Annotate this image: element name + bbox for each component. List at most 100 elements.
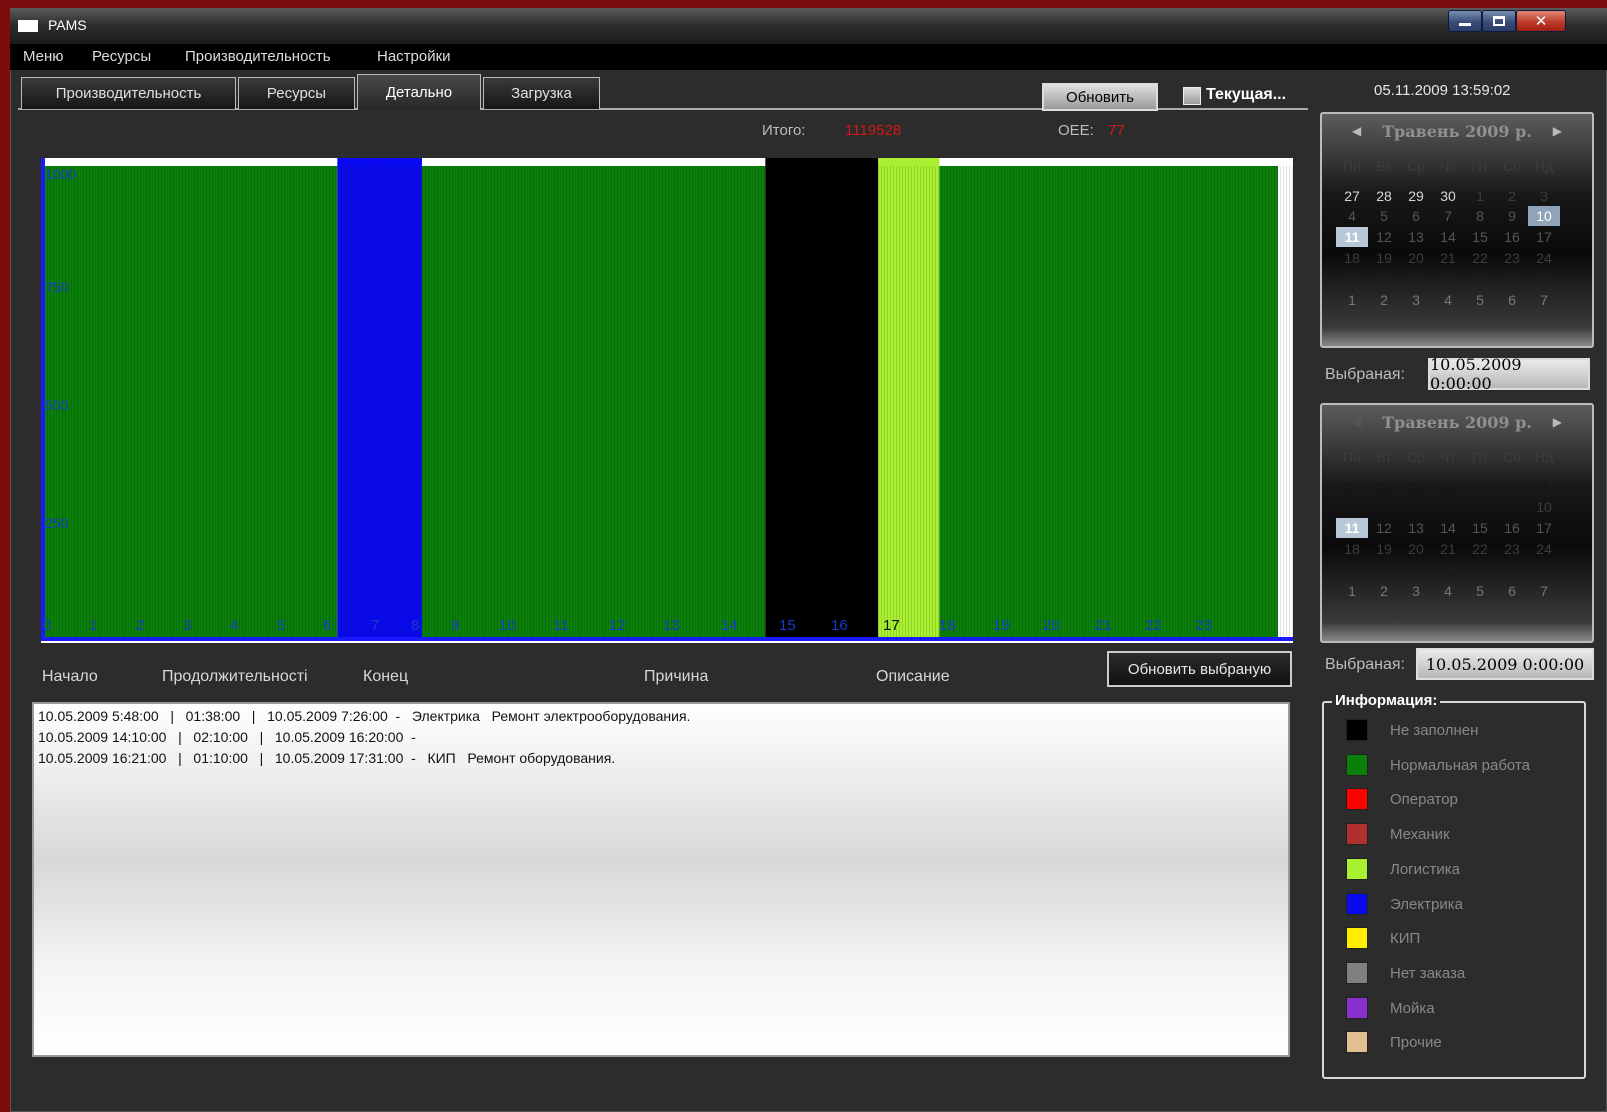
calendar-day[interactable]: 28	[1432, 269, 1464, 289]
title-bar[interactable]	[10, 8, 1607, 44]
calendar-day[interactable]: 4	[1336, 206, 1368, 226]
calendar-day[interactable]: 30	[1432, 186, 1464, 206]
calendar-day[interactable]: 22	[1464, 539, 1496, 559]
calendar-day[interactable]: 7	[1432, 206, 1464, 226]
chart-segment-1[interactable]	[337, 158, 422, 638]
chart-segment-3[interactable]	[765, 158, 879, 638]
calendar-day[interactable]: 18	[1336, 248, 1368, 268]
calendar-day[interactable]: 15	[1464, 227, 1496, 247]
close-button[interactable]: ✕	[1516, 10, 1566, 32]
calendar-day[interactable]: 8	[1464, 206, 1496, 226]
calendar-day[interactable]: 3	[1400, 290, 1432, 310]
calendar-day[interactable]: 3	[1528, 477, 1560, 497]
calendar-day[interactable]: 30	[1432, 477, 1464, 497]
calendar-day[interactable]: 16	[1496, 227, 1528, 247]
chart-segment-4[interactable]	[878, 158, 940, 638]
calendar-day[interactable]: 6	[1496, 581, 1528, 601]
calendar-day[interactable]: 3	[1528, 186, 1560, 206]
calendar-day[interactable]: 5	[1464, 290, 1496, 310]
prev-month-icon[interactable]: ◀	[1352, 415, 1361, 429]
chart-segment-2[interactable]	[421, 166, 766, 638]
calendar-day[interactable]: 12	[1368, 227, 1400, 247]
calendar-day[interactable]: 4	[1432, 290, 1464, 310]
calendar-day[interactable]: 1	[1464, 477, 1496, 497]
calendar-day[interactable]: 20	[1400, 539, 1432, 559]
calendar-day[interactable]: 4	[1432, 581, 1464, 601]
calendar-day[interactable]: 4	[1336, 497, 1368, 517]
calendar-day[interactable]: 9	[1496, 497, 1528, 517]
list-item[interactable]: 10.05.2009 16:21:00 | 01:10:00 | 10.05.2…	[38, 748, 1284, 769]
prev-month-icon[interactable]: ◀	[1352, 124, 1361, 138]
calendar-day[interactable]: 3	[1400, 581, 1432, 601]
selected-date-field[interactable]: 10.05.2009 0:00:00	[1428, 355, 1590, 393]
column-header-reason[interactable]: Причина	[644, 668, 708, 686]
calendar-day[interactable]: 28	[1368, 477, 1400, 497]
selected-end-date-field[interactable]: 10.05.2009 0:00:00	[1416, 648, 1594, 680]
calendar-day[interactable]: 26	[1368, 269, 1400, 289]
calendar-day[interactable]: 29	[1400, 477, 1432, 497]
calendar-day-selected[interactable]: 10	[1528, 206, 1560, 226]
calendar-day[interactable]: 28	[1368, 186, 1400, 206]
calendar-day[interactable]: 17	[1528, 227, 1560, 247]
column-header-end[interactable]: Конец	[363, 668, 408, 686]
calendar-day[interactable]: 2	[1368, 290, 1400, 310]
current-checkbox-label[interactable]: Текущая...	[1206, 86, 1286, 104]
menu-item-settings[interactable]: Настройки	[377, 48, 451, 65]
calendar-day[interactable]: 1	[1336, 581, 1368, 601]
calendar-day-today[interactable]: 11	[1336, 518, 1368, 538]
calendar-day[interactable]: 13	[1400, 518, 1432, 538]
calendar-day[interactable]: 7	[1528, 290, 1560, 310]
calendar-day[interactable]: 9	[1496, 206, 1528, 226]
calendar-day[interactable]: 14	[1432, 518, 1464, 538]
calendar-day[interactable]: 13	[1400, 227, 1432, 247]
calendar-day[interactable]: 5	[1368, 497, 1400, 517]
calendar-day[interactable]: 23	[1496, 248, 1528, 268]
calendar-day[interactable]: 10	[1528, 497, 1560, 517]
calendar-day[interactable]: 1	[1336, 290, 1368, 310]
chart-segment-5[interactable]	[939, 166, 1278, 638]
menu-item-performance[interactable]: Производительность	[185, 48, 331, 65]
events-list[interactable]: 10.05.2009 5:48:00 | 01:38:00 | 10.05.20…	[32, 702, 1290, 1057]
performance-chart[interactable]: 1000750500250 0 1 2 3 4 5 6 7 8 9 10 11 12 13 14 15 16 17…	[41, 158, 1293, 643]
calendar-day[interactable]: 18	[1336, 539, 1368, 559]
calendar-day[interactable]: 21	[1432, 248, 1464, 268]
current-checkbox[interactable]	[1183, 87, 1201, 105]
refresh-button[interactable]: Обновить	[1042, 83, 1158, 111]
calendar-day[interactable]: 29	[1464, 269, 1496, 289]
calendar-day[interactable]: 5	[1368, 206, 1400, 226]
calendar-day-today[interactable]: 11	[1336, 227, 1368, 247]
column-header-duration[interactable]: Продолжительності	[162, 668, 308, 686]
column-header-start[interactable]: Начало	[42, 668, 98, 686]
calendar-end[interactable]: Травень 2009 р. ◀ ▶ Пн Вт Ср Чт Пт Сб Нд…	[1320, 403, 1594, 643]
tab-detailed[interactable]: Детально	[357, 74, 481, 110]
calendar-day[interactable]: 24	[1528, 248, 1560, 268]
calendar-day[interactable]: 27	[1400, 560, 1432, 580]
calendar-day[interactable]: 5	[1464, 581, 1496, 601]
calendar-day[interactable]: 25	[1336, 560, 1368, 580]
menu-item-menu[interactable]: Меню	[23, 48, 64, 65]
tab-resources[interactable]: Ресурсы	[238, 77, 355, 109]
calendar-day[interactable]: 31	[1528, 560, 1560, 580]
calendar-day[interactable]: 6	[1496, 290, 1528, 310]
calendar-day[interactable]: 29	[1464, 560, 1496, 580]
refresh-selected-button[interactable]: Обновить выбраную	[1107, 651, 1292, 687]
calendar-day[interactable]: 29	[1400, 186, 1432, 206]
calendar-day[interactable]: 28	[1432, 560, 1464, 580]
calendar-day[interactable]: 2	[1496, 186, 1528, 206]
calendar-day[interactable]: 25	[1336, 269, 1368, 289]
next-month-icon[interactable]: ▶	[1553, 415, 1562, 429]
calendar-day[interactable]: 24	[1528, 539, 1560, 559]
calendar-day[interactable]: 2	[1496, 477, 1528, 497]
calendar-day[interactable]: 14	[1432, 227, 1464, 247]
calendar-day[interactable]: 16	[1496, 518, 1528, 538]
column-header-description[interactable]: Описание	[876, 668, 950, 686]
calendar-day[interactable]: 1	[1464, 186, 1496, 206]
calendar-day[interactable]: 15	[1464, 518, 1496, 538]
tab-load[interactable]: Загрузка	[483, 77, 600, 109]
maximize-button[interactable]	[1482, 10, 1516, 32]
calendar-day[interactable]: 8	[1464, 497, 1496, 517]
calendar-day[interactable]: 30	[1496, 560, 1528, 580]
calendar-day[interactable]: 7	[1432, 497, 1464, 517]
minimize-button[interactable]	[1448, 10, 1482, 32]
calendar-day[interactable]: 20	[1400, 248, 1432, 268]
